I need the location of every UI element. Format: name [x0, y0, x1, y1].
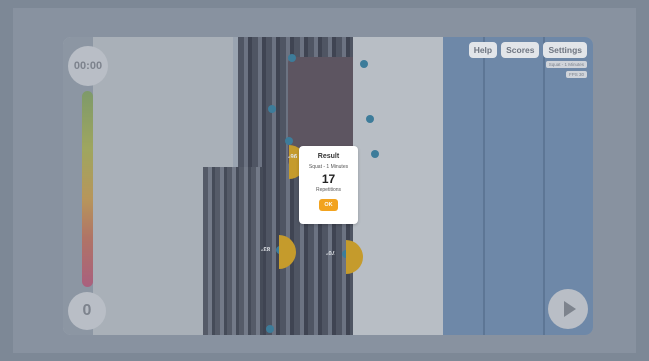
repetitions-label: Repetitions [315, 187, 341, 193]
modal-subtitle: Squat - 1 Minutes [308, 164, 349, 170]
ok-button[interactable]: OK [319, 199, 338, 211]
background-curtain-lower [203, 167, 263, 335]
play-icon [564, 301, 576, 317]
pose-joint [371, 150, 379, 158]
scores-button[interactable]: Scores [501, 42, 540, 58]
pose-joint [360, 60, 368, 68]
pose-joint [268, 105, 276, 113]
toolbar: Help Scores Settings [468, 42, 587, 58]
door-line [483, 37, 485, 335]
fps-tag: FPS 30 [565, 71, 587, 78]
pose-joint [285, 137, 293, 145]
pose-joint [366, 115, 374, 123]
angle-label-right-knee: 70° [326, 249, 336, 255]
play-button[interactable] [548, 289, 588, 329]
help-button[interactable]: Help [468, 42, 498, 58]
exercise-tag: Squat - 1 Minutes [545, 61, 587, 68]
angle-label-hip: 96° [288, 152, 298, 158]
knee-angle-arc-right [346, 240, 363, 274]
pose-joint [266, 325, 274, 333]
timer-display: 00:00 [68, 46, 108, 86]
effort-meter [82, 91, 93, 287]
settings-button[interactable]: Settings [543, 42, 587, 58]
door-line [543, 37, 545, 335]
knee-angle-arc-left [279, 235, 296, 269]
repetition-count: 17 [321, 172, 336, 186]
pose-joint [288, 54, 296, 62]
result-modal: Result Squat - 1 Minutes 17 Repetitions … [299, 146, 358, 224]
rep-counter: 0 [68, 292, 106, 330]
modal-title: Result [317, 153, 340, 160]
angle-label-left-knee: 83° [261, 245, 271, 251]
background-wall-mid [353, 37, 443, 335]
